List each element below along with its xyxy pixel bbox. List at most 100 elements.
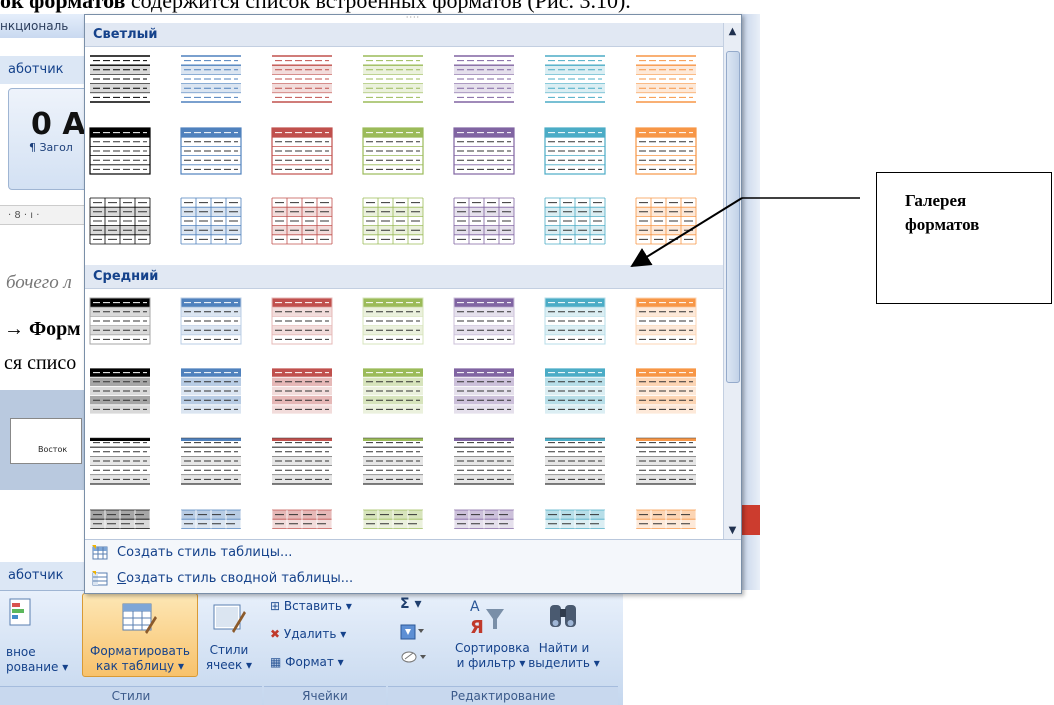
document-text-line1: бочего л <box>6 272 72 293</box>
svg-text:Я: Я <box>470 617 484 637</box>
scroll-down-arrow[interactable]: ▼ <box>724 522 741 539</box>
table-style-swatch[interactable] <box>271 367 333 415</box>
table-style-swatch[interactable] <box>362 127 424 175</box>
table-style-swatch[interactable] <box>271 127 333 175</box>
clear-icon[interactable] <box>400 647 428 667</box>
table-style-swatch[interactable] <box>453 367 515 415</box>
sort-filter-icon: A Я <box>470 599 504 637</box>
scroll-up-arrow[interactable]: ▲ <box>724 23 741 40</box>
screenshot-thumbnail <box>0 390 85 490</box>
table-style-swatch[interactable] <box>271 437 333 485</box>
table-style-swatch[interactable] <box>89 127 151 175</box>
window-right-edge <box>742 14 760 590</box>
svg-text:A: A <box>470 599 480 615</box>
table-style-swatch[interactable] <box>544 127 606 175</box>
table-style-swatch[interactable] <box>180 127 242 175</box>
format-cells-button[interactable]: ▦ Формат ▾ <box>270 655 344 670</box>
table-style-swatch[interactable] <box>362 55 424 103</box>
delete-cells-button[interactable]: ✖ Удалить ▾ <box>270 627 346 642</box>
gallery-menu: Создать стиль таблицы... Создать стиль с… <box>85 539 741 593</box>
new-pivot-style-rest: оздать стиль сводной таблицы... <box>126 571 354 586</box>
group-label-editing: Редактирование <box>388 686 618 705</box>
ribbon-tab-developer-2[interactable]: аботчик <box>0 562 85 590</box>
gallery-scrollbar[interactable]: ▲ ▼ <box>723 23 741 539</box>
table-style-swatch[interactable] <box>271 197 333 245</box>
style-preview-name: ¶ Загол <box>29 141 73 154</box>
table-style-swatch[interactable] <box>635 197 697 245</box>
table-style-swatch[interactable] <box>635 437 697 485</box>
table-style-swatch[interactable] <box>180 197 242 245</box>
resize-grip[interactable]: ···· <box>401 15 425 23</box>
table-style-swatch[interactable] <box>544 55 606 103</box>
table-style-swatch[interactable] <box>453 55 515 103</box>
section-medium: Средний <box>85 265 723 289</box>
figure-caption: ок форматов содержится список встроенных… <box>0 0 1054 14</box>
new-pivot-style-hotkey: С <box>117 571 127 586</box>
ribbon-blank-area <box>623 590 760 704</box>
table-style-swatch[interactable] <box>180 367 242 415</box>
table-style-swatch[interactable] <box>635 127 697 175</box>
scroll-thumb[interactable] <box>726 51 740 383</box>
table-style-swatch[interactable] <box>453 297 515 345</box>
table-style-swatch[interactable] <box>89 197 151 245</box>
table-style-swatch[interactable] <box>180 55 242 103</box>
cell-styles-button[interactable]: Стили ячеек ▾ <box>198 593 260 675</box>
table-style-swatch[interactable] <box>362 437 424 485</box>
find-select-button[interactable]: Найти и выделить ▾ <box>528 641 600 671</box>
table-style-swatch[interactable] <box>453 127 515 175</box>
conditional-format-button[interactable]: вное рование ▾ <box>0 645 86 675</box>
cell-styles-icon <box>213 604 246 633</box>
delete-cells-icon: ✖ <box>270 627 281 641</box>
thumbnail-frame <box>10 418 82 464</box>
group-label-cells: Ячейки <box>264 686 386 705</box>
style-preview-sample: 0 А <box>31 107 86 142</box>
table-style-swatch[interactable] <box>89 297 151 345</box>
table-style-swatch[interactable] <box>635 367 697 415</box>
sort-filter-line1: Сортировка <box>455 641 530 655</box>
find-select-line1: Найти и <box>538 641 590 655</box>
fill-icon[interactable] <box>400 623 426 643</box>
table-style-swatch[interactable] <box>362 367 424 415</box>
new-table-style-rest: ать стиль таблицы... <box>149 545 293 560</box>
table-style-swatch[interactable] <box>89 55 151 103</box>
table-style-swatch[interactable] <box>362 297 424 345</box>
new-pivot-style-item[interactable]: Создать стиль сводной таблицы... <box>85 566 741 592</box>
table-style-swatch[interactable] <box>89 437 151 485</box>
ruler: · 8 · ı · <box>0 205 85 225</box>
table-style-swatch[interactable] <box>89 367 151 415</box>
table-style-swatch[interactable] <box>544 297 606 345</box>
table-style-gallery: ···· Светлый Средний ▲ ▼ Создать стиль т… <box>84 14 742 594</box>
conditional-format-line2: рование ▾ <box>6 660 69 674</box>
callout-box: Галерея форматов <box>876 172 1052 304</box>
conditional-format-line1: вное <box>6 645 36 659</box>
table-style-swatch[interactable] <box>271 297 333 345</box>
binoculars-icon <box>550 605 576 627</box>
table-style-swatch[interactable] <box>180 297 242 345</box>
format-as-table-line2: как таблицу ▾ <box>96 659 184 673</box>
format-as-table-icon <box>122 603 157 634</box>
table-style-swatch[interactable] <box>271 55 333 103</box>
new-table-style-prefix: Соз <box>117 545 141 560</box>
group-label-styles: Стили <box>0 686 262 705</box>
insert-cells-button[interactable]: ⊞ Вставить ▾ <box>270 599 352 614</box>
ribbon-tab-developer[interactable]: аботчик <box>0 56 85 84</box>
table-style-swatch[interactable] <box>544 437 606 485</box>
autosum-button[interactable]: Σ ▾ <box>400 597 421 612</box>
ribbon-title-fragment: нкциональ <box>0 14 85 38</box>
table-style-swatch[interactable] <box>635 55 697 103</box>
table-style-swatch[interactable] <box>544 197 606 245</box>
window-close-edge <box>742 505 760 535</box>
delete-cells-label: Удалить ▾ <box>283 627 347 641</box>
table-style-swatch[interactable] <box>362 197 424 245</box>
new-pivot-style-icon <box>92 571 108 586</box>
format-as-table-button[interactable]: Форматировать как таблицу ▾ <box>82 593 198 677</box>
sort-filter-button[interactable]: Сортировка и фильтр ▾ <box>455 641 530 671</box>
table-style-swatch[interactable] <box>453 197 515 245</box>
cell-styles-line1: Стили <box>209 643 249 657</box>
table-style-swatch[interactable] <box>180 437 242 485</box>
style-preview[interactable]: 0 А ¶ Загол <box>8 88 90 190</box>
table-style-swatch[interactable] <box>453 437 515 485</box>
table-style-swatch[interactable] <box>635 297 697 345</box>
table-style-swatch[interactable] <box>544 367 606 415</box>
new-table-style-item[interactable]: Создать стиль таблицы... <box>85 540 741 566</box>
